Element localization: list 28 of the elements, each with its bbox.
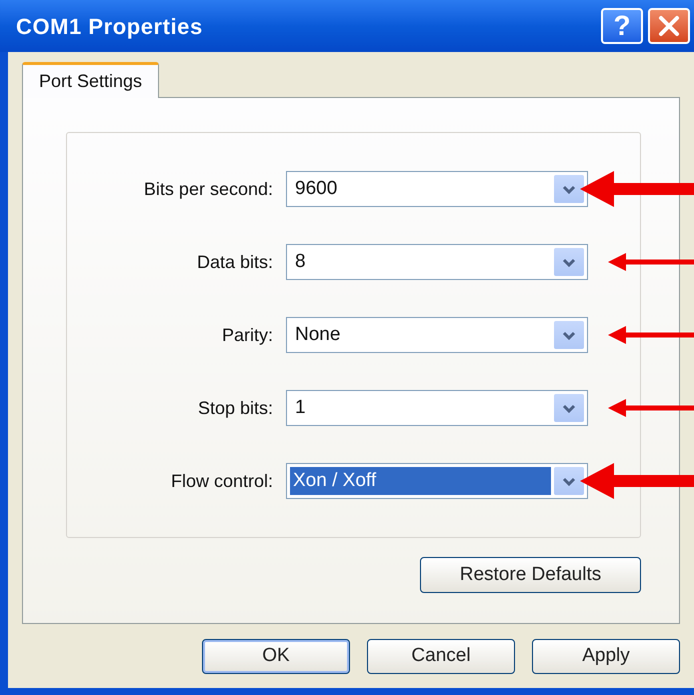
dropdown-arrow-button[interactable]	[554, 467, 584, 495]
chevron-down-icon	[562, 258, 576, 266]
field-label: Data bits:	[196, 250, 274, 274]
dropdown-arrow-button[interactable]	[554, 248, 584, 276]
dialog-button[interactable]: Apply	[532, 639, 680, 674]
chevron-down-icon	[562, 476, 576, 486]
window-title: COM1 Properties	[16, 12, 204, 41]
field-label: Parity:	[220, 324, 274, 347]
field-label: Stop bits:	[196, 396, 274, 420]
close-button[interactable]	[648, 8, 690, 44]
dropdown-field[interactable]: None	[286, 317, 588, 353]
chevron-down-icon	[562, 184, 576, 194]
chevron-down-icon	[562, 404, 576, 412]
field-label: Bits per second:	[142, 178, 274, 201]
dropdown-arrow-button[interactable]	[554, 321, 584, 349]
chevron-down-icon	[562, 330, 576, 340]
field-label: Flow control:	[170, 470, 274, 492]
dialog-button[interactable]: OK	[202, 639, 350, 674]
dropdown-field[interactable]: 9600	[286, 171, 588, 207]
dialog-button[interactable]: Cancel	[367, 639, 515, 674]
tab[interactable]: Port Settings	[22, 62, 160, 98]
dropdown-field[interactable]: 1	[286, 390, 588, 426]
dropdown-arrow-button[interactable]	[554, 394, 584, 422]
restore-defaults-button[interactable]: Restore Defaults	[420, 557, 641, 593]
dropdown-arrow-button[interactable]	[554, 175, 584, 203]
dropdown-field[interactable]: 8	[286, 244, 588, 280]
dropdown-field[interactable]: Xon / Xoff	[286, 463, 588, 499]
close-icon	[658, 15, 680, 37]
